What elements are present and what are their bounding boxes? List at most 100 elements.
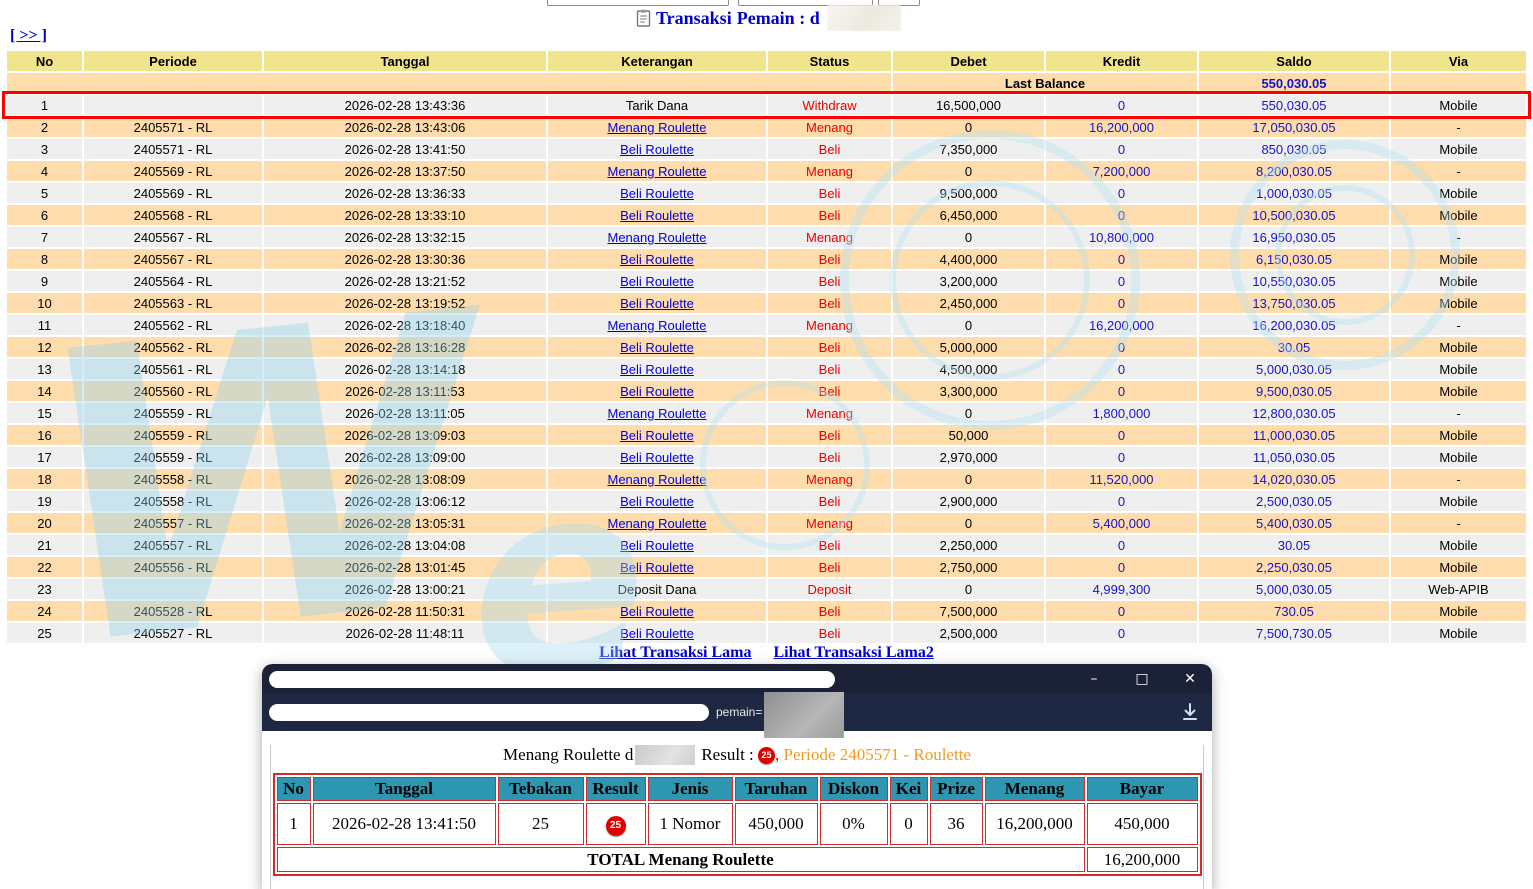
cell-via: Mobile bbox=[1391, 249, 1526, 269]
table-row: 16 2405559 - RL 2026-02-28 13:09:03 Beli Ro… bbox=[7, 425, 1526, 445]
keterangan-link[interactable]: Beli Roulette bbox=[620, 208, 694, 223]
table-row: 17 2405559 - RL 2026-02-28 13:09:00 Beli Ro… bbox=[7, 447, 1526, 467]
popup-titlebar[interactable]: – □ ✕ bbox=[262, 664, 1212, 694]
keterangan-link[interactable]: Beli Roulette bbox=[620, 428, 694, 443]
cell-kredit: 0 bbox=[1046, 337, 1197, 357]
cell-periode: 2405527 - RL bbox=[84, 623, 262, 643]
detail-total-value: 16,200,000 bbox=[1086, 847, 1198, 872]
keterangan-link[interactable]: Menang Roulette bbox=[607, 164, 706, 179]
cell-no: 13 bbox=[7, 359, 82, 379]
detail-col-tanggal: Tanggal bbox=[312, 777, 496, 801]
lihat-transaksi-lama-link[interactable]: Lihat Transaksi Lama bbox=[599, 644, 751, 662]
cell-kredit: 0 bbox=[1046, 447, 1197, 467]
keterangan-link[interactable]: Beli Roulette bbox=[620, 450, 694, 465]
keterangan-link[interactable]: Menang Roulette bbox=[607, 516, 706, 531]
cell-no: 19 bbox=[7, 491, 82, 511]
cell-tanggal: 2026-02-28 13:36:33 bbox=[264, 183, 546, 203]
cell-keterangan: Menang Roulette bbox=[548, 161, 766, 181]
cell-tanggal: 2026-02-28 13:43:06 bbox=[264, 117, 546, 137]
cell-tanggal: 2026-02-28 13:33:10 bbox=[264, 205, 546, 225]
cell-periode: 2405569 - RL bbox=[84, 183, 262, 203]
cell-saldo: 16,950,030.05 bbox=[1199, 227, 1389, 247]
cell-debet: 2,450,000 bbox=[893, 293, 1044, 313]
cell-kredit: 4,999,300 bbox=[1046, 579, 1197, 599]
keterangan-link[interactable]: Beli Roulette bbox=[620, 252, 694, 267]
keterangan-link[interactable]: Beli Roulette bbox=[620, 560, 694, 575]
cell-periode: 2405571 - RL bbox=[84, 117, 262, 137]
cell-saldo: 7,500,730.05 bbox=[1199, 623, 1389, 643]
address-query-label: pemain= bbox=[716, 705, 763, 719]
detail-data-row: 1 2026-02-28 13:41:50 25 25 1 Nomor 450,… bbox=[276, 803, 1198, 845]
detail-tebakan: 25 bbox=[497, 803, 584, 845]
table-row: 7 2405567 - RL 2026-02-28 13:32:15 Menang R… bbox=[7, 227, 1526, 247]
cell-status: Menang bbox=[768, 117, 891, 137]
cell-debet: 0 bbox=[893, 513, 1044, 533]
maximize-icon[interactable]: □ bbox=[1134, 671, 1150, 687]
keterangan-link[interactable]: Beli Roulette bbox=[620, 604, 694, 619]
cell-status: Withdraw bbox=[768, 95, 891, 115]
detail-tanggal: 2026-02-28 13:41:50 bbox=[312, 803, 496, 845]
popup-addressbar: pemain= bbox=[262, 694, 1212, 731]
keterangan-link[interactable]: Menang Roulette bbox=[607, 230, 706, 245]
detail-col-tebakan: Tebakan bbox=[497, 777, 584, 801]
cell-debet: 16,500,000 bbox=[893, 95, 1044, 115]
cell-status: Menang bbox=[768, 227, 891, 247]
cell-debet: 0 bbox=[893, 403, 1044, 423]
cell-periode: 2405562 - RL bbox=[84, 315, 262, 335]
detail-no: 1 bbox=[276, 803, 311, 845]
close-icon[interactable]: ✕ bbox=[1182, 671, 1198, 687]
detail-total-label: TOTAL Menang Roulette bbox=[276, 847, 1085, 872]
cell-saldo: 5,000,030.05 bbox=[1199, 579, 1389, 599]
address-input[interactable] bbox=[269, 704, 709, 721]
keterangan-link[interactable]: Menang Roulette bbox=[607, 318, 706, 333]
cell-keterangan: Beli Roulette bbox=[548, 381, 766, 401]
keterangan-link[interactable]: Beli Roulette bbox=[620, 340, 694, 355]
cell-status: Beli bbox=[768, 205, 891, 225]
redacted-heading-name bbox=[635, 745, 696, 765]
lihat-transaksi-lama2-link[interactable]: Lihat Transaksi Lama2 bbox=[774, 644, 934, 662]
cell-periode: 2405563 - RL bbox=[84, 293, 262, 313]
keterangan-link[interactable]: Beli Roulette bbox=[620, 538, 694, 553]
col-header-periode: Periode bbox=[84, 51, 262, 71]
keterangan-link[interactable]: Beli Roulette bbox=[620, 296, 694, 311]
keterangan-link[interactable]: Beli Roulette bbox=[620, 494, 694, 509]
keterangan-link[interactable]: Beli Roulette bbox=[620, 626, 694, 641]
cell-via: Web-APIB bbox=[1391, 579, 1526, 599]
pager-next-link[interactable]: [ >> ] bbox=[10, 27, 47, 45]
cell-saldo: 11,050,030.05 bbox=[1199, 447, 1389, 467]
cell-no: 7 bbox=[7, 227, 82, 247]
keterangan-link[interactable]: Beli Roulette bbox=[620, 142, 694, 157]
keterangan-link[interactable]: Beli Roulette bbox=[620, 274, 694, 289]
keterangan-link[interactable]: Beli Roulette bbox=[620, 362, 694, 377]
keterangan-link[interactable]: Menang Roulette bbox=[607, 120, 706, 135]
keterangan-link[interactable]: Beli Roulette bbox=[620, 384, 694, 399]
cell-debet: 7,500,000 bbox=[893, 601, 1044, 621]
cell-keterangan: Beli Roulette bbox=[548, 447, 766, 467]
keterangan-link[interactable]: Beli Roulette bbox=[620, 186, 694, 201]
heading-result-label: Result : bbox=[701, 745, 754, 764]
cell-via: Mobile bbox=[1391, 623, 1526, 643]
cell-kredit: 16,200,000 bbox=[1046, 315, 1197, 335]
cell-tanggal: 2026-02-28 13:14:18 bbox=[264, 359, 546, 379]
transactions-table: No Periode Tanggal Keterangan Status Deb… bbox=[5, 49, 1528, 645]
cell-keterangan: Beli Roulette bbox=[548, 183, 766, 203]
minimize-icon[interactable]: – bbox=[1086, 671, 1102, 687]
cell-status: Beli bbox=[768, 535, 891, 555]
cell-saldo: 2,500,030.05 bbox=[1199, 491, 1389, 511]
cell-no: 15 bbox=[7, 403, 82, 423]
cell-debet: 0 bbox=[893, 469, 1044, 489]
keterangan-link[interactable]: Menang Roulette bbox=[607, 472, 706, 487]
table-row: 4 2405569 - RL 2026-02-28 13:37:50 Menang R… bbox=[7, 161, 1526, 181]
redacted-window-title bbox=[269, 671, 835, 688]
popup-content: Menang Roulette d Result : 25, Periode 24… bbox=[270, 745, 1204, 889]
download-icon[interactable] bbox=[1178, 700, 1202, 724]
keterangan-link[interactable]: Menang Roulette bbox=[607, 406, 706, 421]
cell-kredit: 5,400,000 bbox=[1046, 513, 1197, 533]
cell-status: Beli bbox=[768, 337, 891, 357]
cell-via: Mobile bbox=[1391, 205, 1526, 225]
roulette-detail-table: No Tanggal Tebakan Result Jenis Taruhan … bbox=[272, 773, 1202, 876]
cell-debet: 2,750,000 bbox=[893, 557, 1044, 577]
cell-saldo: 5,000,030.05 bbox=[1199, 359, 1389, 379]
cell-kredit: 0 bbox=[1046, 271, 1197, 291]
cell-periode: 2405558 - RL bbox=[84, 469, 262, 489]
